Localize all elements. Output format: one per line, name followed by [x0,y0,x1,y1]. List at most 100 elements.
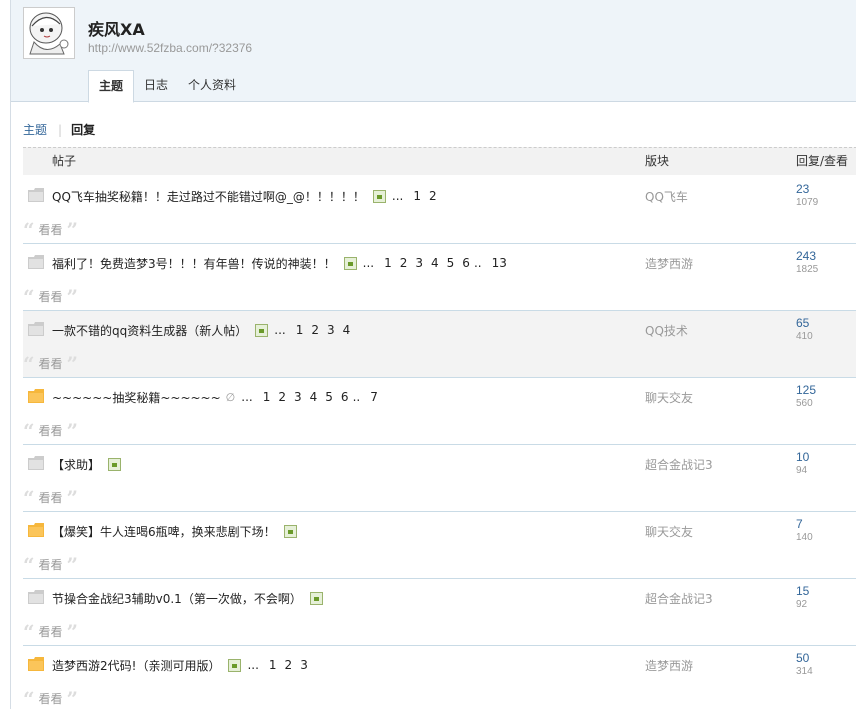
reply-quote-text[interactable]: 看看 [39,623,63,640]
thread-title-link[interactable]: 一款不错的qq资料生成器（新人帖） [52,322,247,339]
pagination-page-link[interactable]: 3 [327,323,335,337]
thread-title-link[interactable]: 【求助】 [52,456,100,473]
subnav-replies-current[interactable]: 回复 [71,121,95,138]
thread-title-link[interactable]: ~~~~~~抽奖秘籍~~~~~~ [52,389,221,406]
pagination-page-link[interactable]: 2 [278,390,286,404]
thread-reply-count[interactable]: 125 [796,383,816,397]
image-attachment-icon [372,189,386,203]
reply-quote-text[interactable]: 看看 [39,556,63,573]
paperclip-icon: ∅ [225,390,236,404]
folder-icon [28,590,44,604]
pagination-page-link[interactable]: 4 [343,323,351,337]
thread-forum-link[interactable]: QQ技术 [645,322,688,339]
open-quote-icon: “ [23,485,35,510]
thread-reply-count[interactable]: 10 [796,450,809,464]
pagination-page-link[interactable]: 1 [413,189,421,203]
thread-forum-link[interactable]: 造梦西游 [645,255,693,272]
pagination-page-link[interactable]: 3 [294,390,302,404]
open-quote-icon: “ [23,217,35,242]
thread-forum-link[interactable]: 聊天交友 [645,389,693,406]
pagination-page-link[interactable]: 13 [492,256,507,270]
reply-quote: “看看” [23,686,79,709]
thread-reply-count[interactable]: 243 [796,249,816,263]
pagination-page-link[interactable]: 1 [384,256,392,270]
thread-title-cell: ~~~~~~抽奖秘籍~~~~~~ ∅... 1 2 3 4 5 6.. 7 [52,389,382,405]
pagination-page-link[interactable]: 1 [296,323,304,337]
image-attachment-icon [343,256,357,270]
subnav-topics-link[interactable]: 主题 [23,121,47,138]
table-row: 节操合金战纪3辅助v0.1（第一次做，不会啊） 超合金战记3 15 92 “看看” [23,579,856,646]
profile-url[interactable]: http://www.52fzba.com/?32376 [88,41,252,55]
reply-quote-text[interactable]: 看看 [39,221,63,238]
thread-title-cell: 【爆笑】牛人连喝6瓶啤，换来悲剧下场！ [52,523,297,539]
pagination-ellipsis: .. [473,256,482,270]
thread-forum-link[interactable]: 造梦西游 [645,657,693,674]
pagination-page-link[interactable]: 4 [431,256,439,270]
thread-title-link[interactable]: 节操合金战纪3辅助v0.1（第一次做，不会啊） [52,590,302,607]
thread-forum-link[interactable]: 超合金战记3 [645,590,713,607]
pagination-page-link[interactable]: 4 [310,390,318,404]
pagination-page-link[interactable]: 6 [462,256,470,270]
pagination-page-link[interactable]: 3 [415,256,423,270]
tab-topics[interactable]: 主题 [88,70,135,103]
thread-title-link[interactable]: 福利了！免费造梦3号！！！有年兽！传说的神装！！ [52,255,336,272]
pagination-ellipsis: ... [241,390,253,404]
tab-blog[interactable]: 日志 [134,70,178,102]
image-attachment-icon [255,323,269,337]
folder-hot-icon [28,389,44,403]
thread-forum-link[interactable]: 聊天交友 [645,523,693,540]
header-forum: 版块 [645,154,670,168]
thread-reply-count[interactable]: 50 [796,651,809,665]
pagination-page-link[interactable]: 1 [263,390,271,404]
thread-reply-count[interactable]: 23 [796,182,809,196]
pagination-page-link[interactable]: 5 [447,256,455,270]
pagination-ellipsis: .. [352,390,361,404]
avatar[interactable] [23,7,75,59]
close-quote-icon: ” [66,485,79,510]
thread-forum-link[interactable]: 超合金战记3 [645,456,713,473]
reply-quote-text[interactable]: 看看 [39,355,63,372]
thread-reply-count[interactable]: 7 [796,517,803,531]
thread-forum-link[interactable]: QQ飞车 [645,188,688,205]
pagination-ellipsis: ... [391,189,404,203]
close-quote-icon: ” [66,686,79,709]
table-row: QQ飞车抽奖秘籍！！走过路过不能错过啊@_@！！！！！... 1 2 QQ飞车 23 10… [23,177,856,244]
thread-view-count: 92 [796,599,808,610]
pagination-page-link[interactable]: 2 [400,256,408,270]
reply-quote-text[interactable]: 看看 [39,288,63,305]
reply-quote-text[interactable]: 看看 [39,690,63,707]
profile-username: 疾风XA [88,20,145,39]
table-row: ~~~~~~抽奖秘籍~~~~~~ ∅... 1 2 3 4 5 6.. 7 聊天交友 125 560 “… [23,378,856,445]
thread-reply-count[interactable]: 65 [796,316,809,330]
close-quote-icon: ” [66,418,79,443]
thread-title-cell: 节操合金战纪3辅助v0.1（第一次做，不会啊） [52,590,323,606]
thread-reply-count[interactable]: 15 [796,584,809,598]
folder-icon [28,255,44,269]
pagination-page-link[interactable]: 3 [300,658,308,672]
tab-profile[interactable]: 个人资料 [178,70,246,102]
pagination-page-link[interactable]: 7 [370,390,378,404]
pagination-page-link[interactable]: 2 [285,658,293,672]
thread-title-link[interactable]: 造梦西游2代码!（亲测可用版） [52,657,220,674]
table-header: 帖子 版块 回复/查看 [23,147,856,175]
pagination-page-link[interactable]: 6 [341,390,349,404]
thread-pagination: ... 1 2 3 4 5 6.. 13 [363,256,511,270]
reply-quote: “看看” [23,217,78,242]
pagination-page-link[interactable]: 5 [325,390,333,404]
reply-quote-text[interactable]: 看看 [39,422,63,439]
table-row: 福利了！免费造梦3号！！！有年兽！传说的神装！！... 1 2 3 4 5 6.. 13 造梦西… [23,244,856,311]
thread-pagination: ... 1 2 3 4 5 6.. 7 [241,390,382,404]
thread-title-cell: 造梦西游2代码!（亲测可用版）... 1 2 3 [52,657,312,673]
thread-title-cell: 【求助】 [52,456,122,473]
pagination-page-link[interactable]: 2 [429,189,437,203]
open-quote-icon: “ [23,418,35,443]
thread-view-count: 314 [796,666,813,677]
thread-title-cell: QQ飞车抽奖秘籍！！走过路过不能错过啊@_@！！！！！... 1 2 [52,188,441,204]
thread-view-count: 94 [796,465,808,476]
pagination-page-link[interactable]: 1 [269,658,277,672]
thread-title-link[interactable]: 【爆笑】牛人连喝6瓶啤，换来悲剧下场！ [52,523,276,540]
reply-quote-text[interactable]: 看看 [39,489,63,506]
thread-title-link[interactable]: QQ飞车抽奖秘籍！！走过路过不能错过啊@_@！！！！！ [52,188,365,205]
pagination-page-link[interactable]: 2 [311,323,319,337]
table-row: 一款不错的qq资料生成器（新人帖）... 1 2 3 4 QQ技术 65 410 “看看” [23,311,856,378]
